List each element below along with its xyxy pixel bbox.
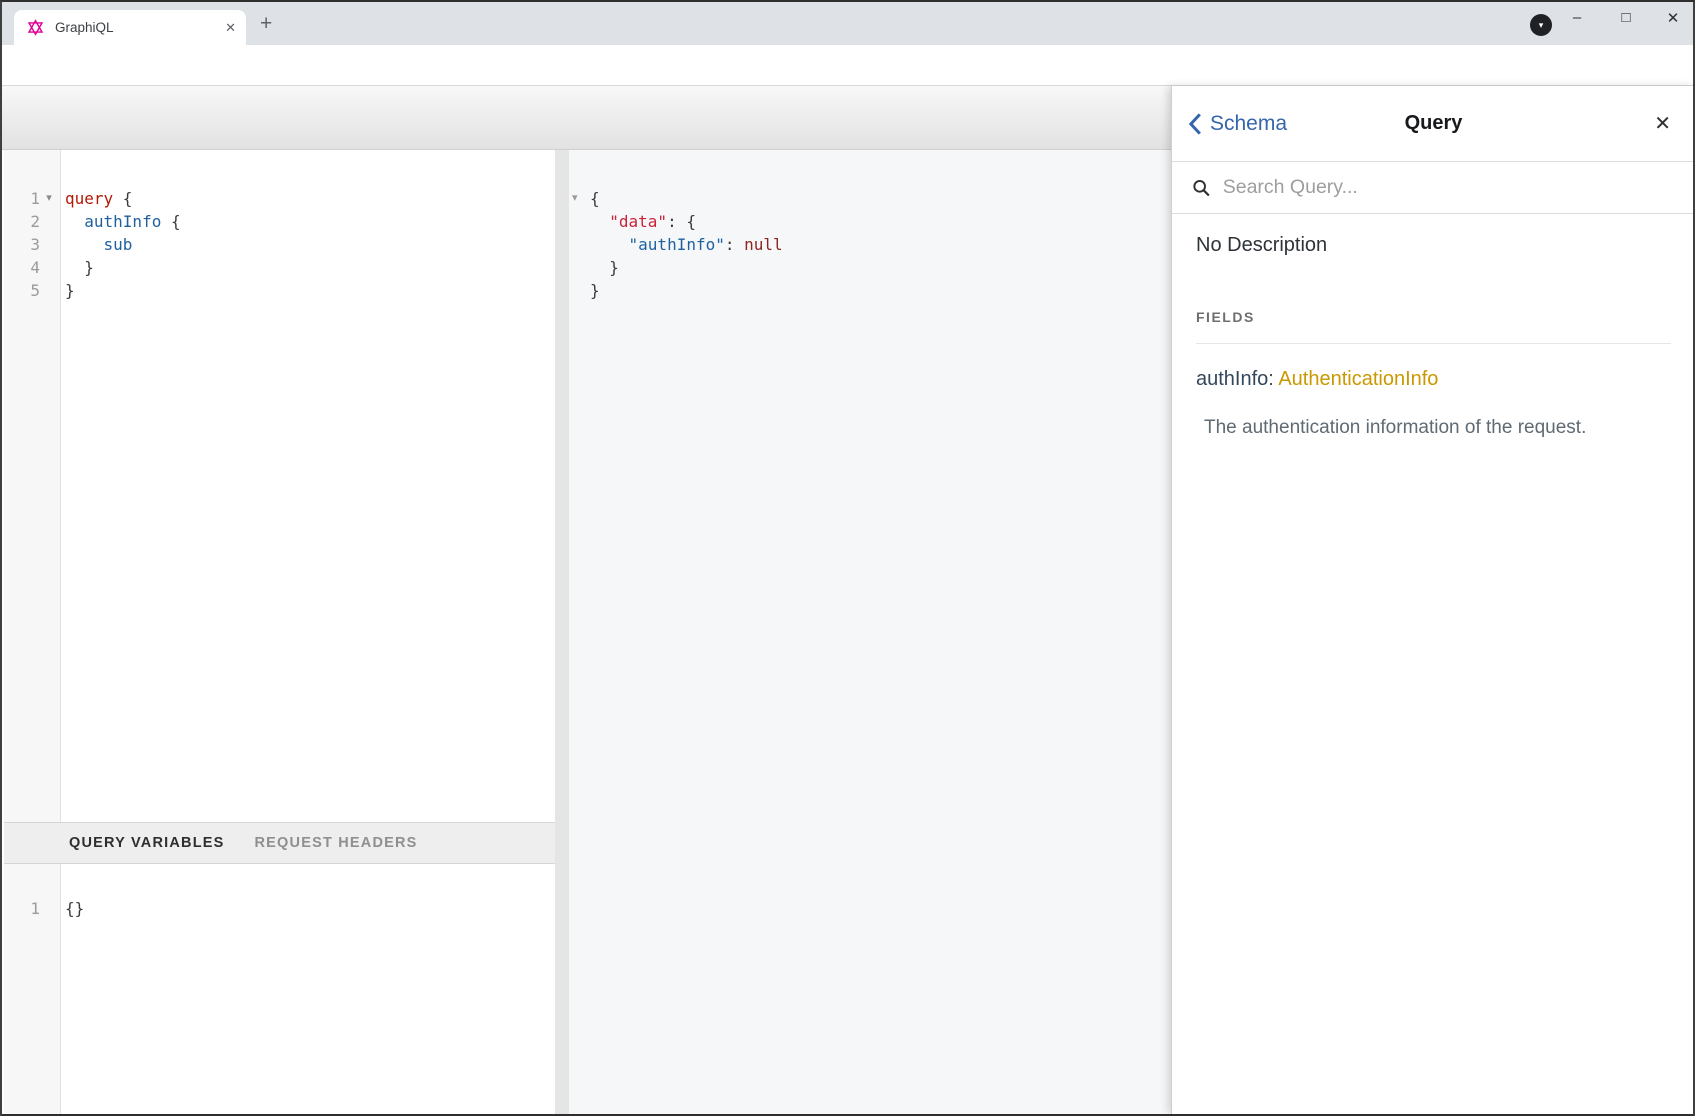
window-minimize-button[interactable]: – [1562, 9, 1592, 26]
code-line: ▾{ [590, 187, 1171, 210]
docs-body: No Description FIELDS authInfo: Authenti… [1172, 214, 1695, 459]
address-bar: ← → i localhost:3000/graphql ☆ P [2, 45, 1693, 86]
code-line: } [590, 279, 1171, 302]
search-icon [1192, 178, 1211, 198]
code-line: } [65, 279, 555, 302]
field-colon: : [1268, 368, 1278, 390]
fold-arrow-icon[interactable]: ▾ [572, 187, 578, 210]
result-viewer[interactable]: ▾{ "data": { "authInfo": null }} [569, 150, 1171, 1114]
tab-query-variables[interactable]: QUERY VARIABLES [69, 835, 225, 851]
fields-heading: FIELDS [1196, 309, 1671, 325]
result-viewer-code: ▾{ "data": { "authInfo": null }} [569, 150, 1171, 302]
code-line: authInfo { [65, 210, 555, 233]
field-type-link[interactable]: AuthenticationInfo [1278, 368, 1438, 390]
variables-editor-gutter: 1 [4, 864, 61, 1114]
code-line: "data": { [590, 210, 1171, 233]
query-editor-code[interactable]: query { authInfo { sub }} [61, 150, 555, 822]
docs-header: Schema Query ✕ [1172, 86, 1695, 162]
code-line: "authInfo": null [590, 233, 1171, 256]
fields-divider [1196, 343, 1671, 344]
pane-resizer-handle[interactable] [555, 150, 569, 1114]
media-control-icon[interactable]: ▾ [1530, 14, 1552, 36]
query-editor-gutter: 1▾2345 [4, 150, 61, 822]
code-line: } [590, 256, 1171, 279]
browser-window: GraphiQL ✕ + ▾ – □ ✕ ← → i localhost:300… [0, 0, 1695, 1116]
tab-title: GraphiQL [55, 20, 225, 35]
variables-editor-code[interactable]: {} [61, 864, 555, 1114]
field-name-link[interactable]: authInfo [1196, 368, 1268, 390]
window-maximize-button[interactable]: □ [1611, 9, 1641, 26]
field-row-authinfo: authInfo: AuthenticationInfo [1196, 368, 1671, 391]
query-variables-editor[interactable]: 1 {} [4, 864, 555, 1114]
secondary-editor-tabs: QUERY VARIABLES REQUEST HEADERS [4, 822, 555, 864]
graphiql-toolbar: GraphiQL Prettify Merge Copy History Sha… [2, 86, 1171, 150]
window-close-button[interactable]: ✕ [1658, 9, 1688, 27]
code-line: } [65, 256, 555, 279]
field-description: The authentication information of the re… [1196, 417, 1671, 439]
code-line: sub [65, 233, 555, 256]
tab-strip: GraphiQL ✕ + ▾ – □ ✕ [2, 2, 1693, 45]
docs-title: Query [1172, 112, 1695, 135]
new-tab-button[interactable]: + [260, 12, 272, 36]
code-line: {} [65, 897, 555, 920]
graphql-favicon-icon [26, 18, 45, 37]
docs-search-row [1172, 162, 1695, 214]
tab-close-icon[interactable]: ✕ [225, 20, 236, 36]
docs-close-icon[interactable]: ✕ [1654, 111, 1671, 136]
type-description: No Description [1196, 234, 1671, 257]
browser-tab-graphiql[interactable]: GraphiQL ✕ [14, 10, 246, 45]
docs-search-input[interactable] [1223, 176, 1675, 199]
tab-request-headers[interactable]: REQUEST HEADERS [255, 835, 418, 851]
docs-explorer-panel: Schema Query ✕ No Description FIELDS aut… [1171, 86, 1695, 1114]
code-line: query { [65, 187, 555, 210]
query-editor[interactable]: 1▾2345 query { authInfo { sub }} [4, 150, 555, 822]
